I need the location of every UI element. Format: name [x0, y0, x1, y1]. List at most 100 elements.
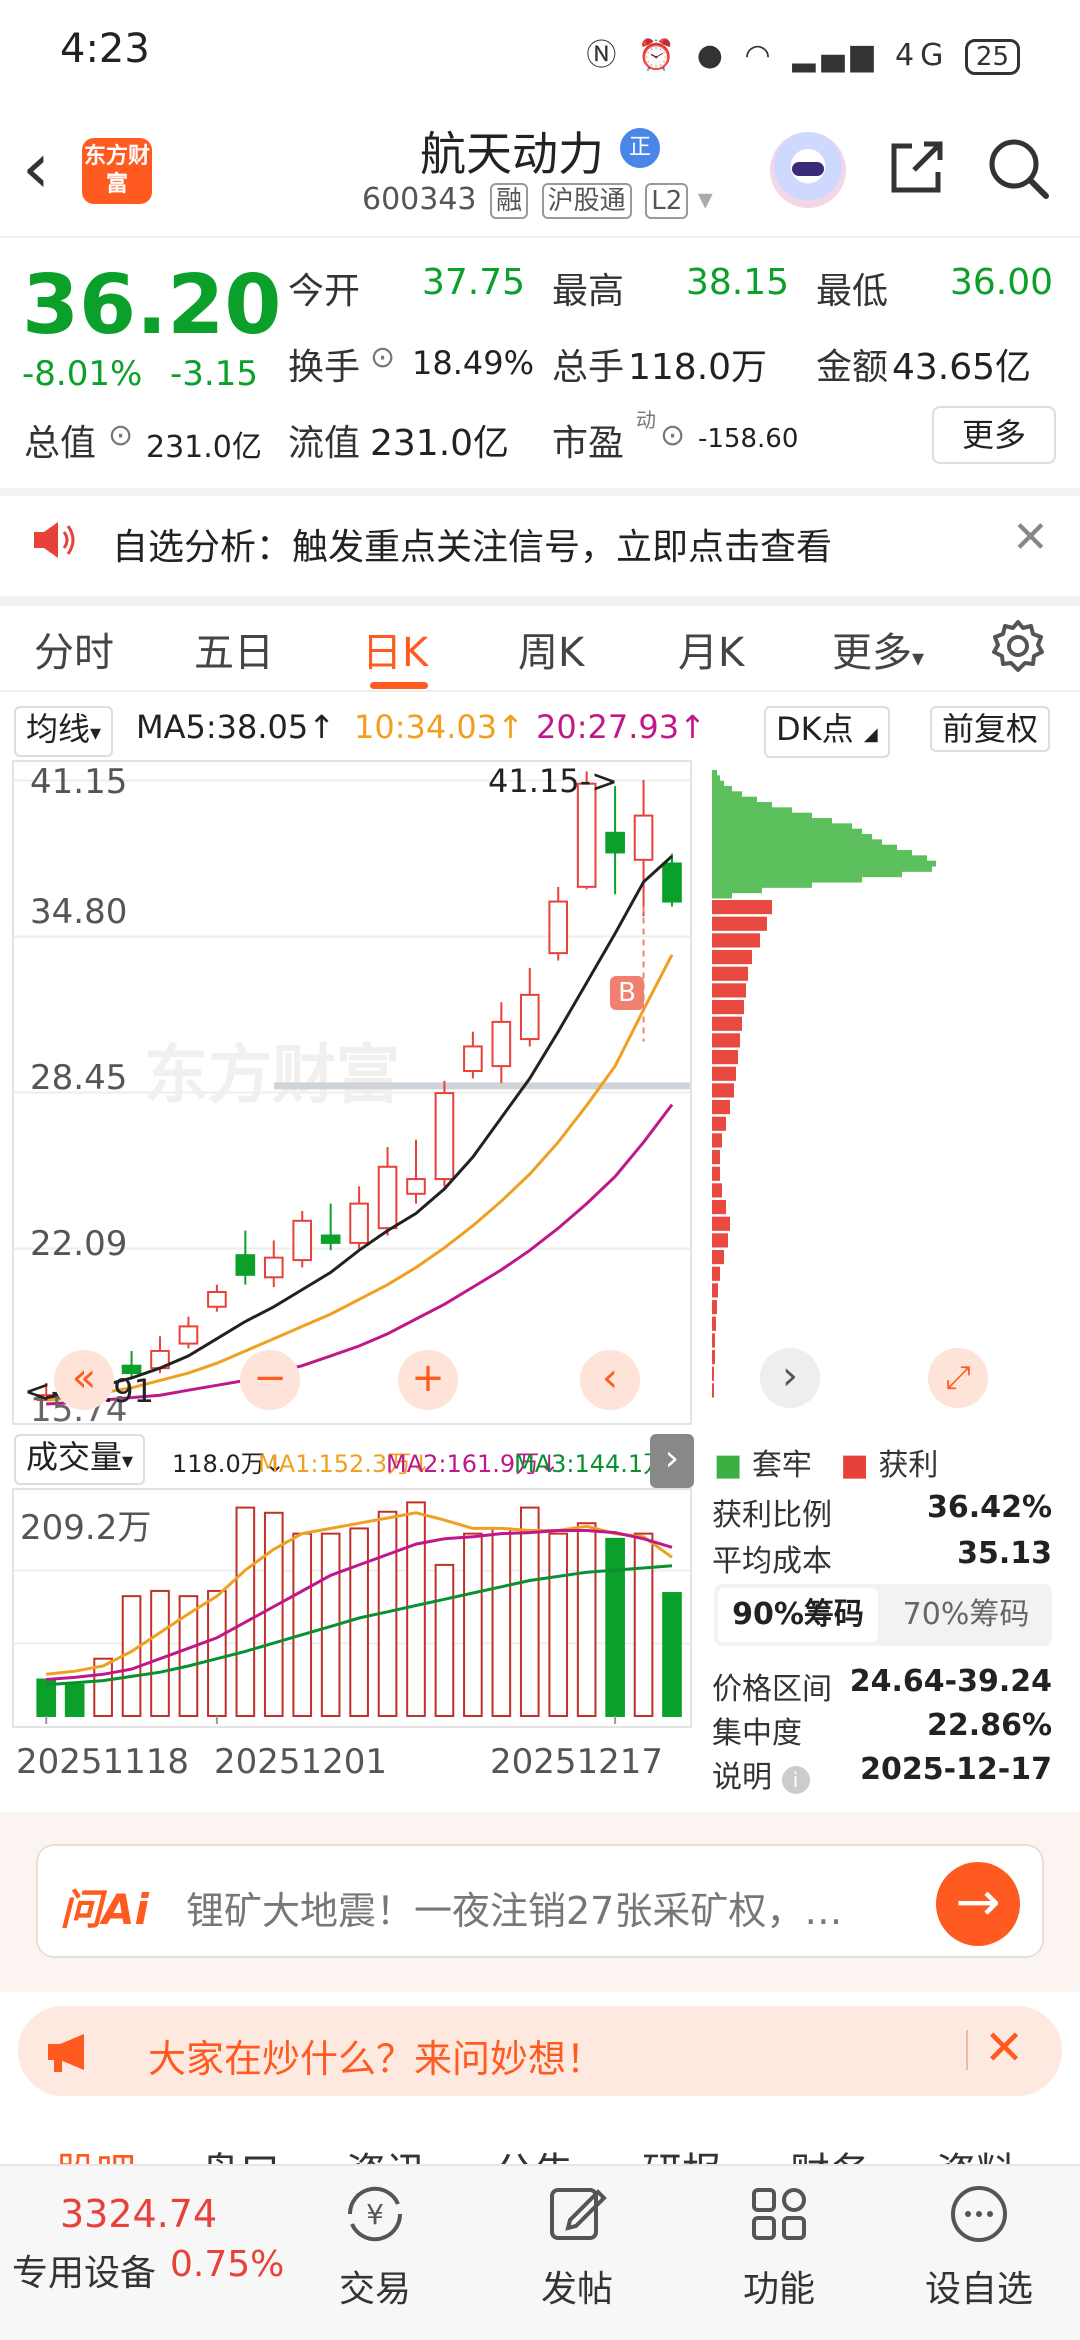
tab-chip-90[interactable]: 90%筹码 — [718, 1588, 878, 1642]
open-value: 37.75 — [422, 262, 526, 303]
info-icon[interactable]: ⊙ — [660, 418, 685, 453]
sector-index-value[interactable]: 3324.74 — [60, 2192, 217, 2236]
ai-prompt-text[interactable]: 锂矿大地震！一夜注销27张采矿权，… — [186, 1880, 906, 1935]
assistant-avatar[interactable] — [770, 132, 846, 208]
chip-tab-group: 90%筹码 70%筹码 — [714, 1584, 1052, 1646]
chip-stuck-bar — [712, 786, 732, 792]
post-icon — [550, 2188, 607, 2240]
volume-bar — [633, 1532, 654, 1717]
sector-name[interactable]: 专用设备 — [12, 2244, 156, 2296]
nav-add-favorite[interactable]: 设自选 — [904, 2176, 1054, 2312]
chip-profit-bar — [712, 1266, 720, 1281]
stock-code-row[interactable]: 600343 融 沪股通 L2 ▾ — [362, 182, 713, 219]
share-icon[interactable] — [884, 136, 948, 200]
candle-body — [406, 1178, 426, 1195]
nav-post[interactable]: 发帖 — [502, 2176, 652, 2312]
zoom-in-button[interactable]: + — [398, 1350, 458, 1410]
tab-more[interactable]: 更多▾ — [832, 620, 924, 678]
volume-selector[interactable]: 成交量▾ — [14, 1434, 146, 1485]
active-tab-indicator — [370, 682, 428, 689]
candle-body — [377, 1165, 398, 1230]
chip-stuck-bar — [712, 780, 724, 787]
close-icon[interactable]: ✕ — [984, 2020, 1024, 2076]
float-cap-label: 流值 — [288, 423, 361, 464]
candle-body — [207, 1291, 227, 1308]
chip-stuck-bar — [712, 850, 912, 856]
turnover-label: 换手 — [288, 347, 361, 388]
chip-profit-bar — [712, 1216, 730, 1231]
open-label: 今开 — [288, 271, 361, 312]
volume-bar — [463, 1532, 483, 1717]
concentration-row: 集中度 22.86% — [712, 1708, 1052, 1752]
chip-profit-bar — [712, 916, 767, 931]
corner-icon: ◢ — [863, 724, 878, 745]
total-cap-value: 231.0亿 — [146, 430, 262, 465]
tab-intraday[interactable]: 分时 — [34, 620, 114, 678]
volume-bar — [519, 1506, 540, 1717]
hot-topics-text[interactable]: 大家在炒什么？来问妙想！ — [148, 2028, 604, 2083]
chip-profit-bar — [712, 1133, 722, 1148]
info-icon[interactable]: ⊙ — [108, 418, 133, 453]
next-indicator-button[interactable]: › — [650, 1434, 694, 1488]
megaphone-icon — [48, 2034, 84, 2072]
back-button[interactable]: ‹ — [22, 133, 82, 208]
trade-icon: ¥ — [347, 2186, 403, 2242]
nav-functions-label: 功能 — [742, 2269, 815, 2310]
tab-weekly-k[interactable]: 周K — [518, 620, 584, 678]
expand-icon[interactable]: ⤢ — [928, 1348, 988, 1408]
chip-profit-bar — [712, 1233, 728, 1248]
chip-profit-bar — [712, 1066, 736, 1081]
tab-monthly-k[interactable]: 月K — [678, 620, 744, 678]
chip-profit-bar — [712, 1366, 714, 1381]
search-icon[interactable] — [984, 134, 1052, 202]
speaker-icon — [34, 522, 75, 558]
settings-gear-icon[interactable] — [990, 618, 1046, 674]
scroll-right-button[interactable]: › — [760, 1348, 820, 1408]
candle-body — [292, 1219, 313, 1262]
sector-change: 0.75% — [170, 2244, 285, 2285]
zoom-out-button[interactable]: − — [240, 1350, 300, 1410]
chip-stuck-bar — [712, 839, 882, 846]
tab-five-day[interactable]: 五日 — [194, 620, 274, 678]
volume-bar — [605, 1537, 625, 1717]
adjust-button[interactable]: 前复权 — [930, 706, 1051, 752]
volume-bar — [235, 1506, 256, 1717]
more-stats-button[interactable]: 更多 — [932, 406, 1056, 464]
chip-profit-bar — [712, 1050, 738, 1065]
candle-body — [349, 1202, 369, 1244]
buy-marker[interactable]: B — [610, 976, 644, 1010]
indicator-selector[interactable]: 均线▾ — [14, 706, 114, 757]
chip-stuck-bar — [712, 892, 732, 899]
notice-text[interactable]: 自选分析：触发重点关注信号，立即点击查看 — [112, 518, 832, 570]
scroll-left-button[interactable]: ‹ — [580, 1350, 640, 1410]
kline-chart[interactable]: 东方财富 41.15 34.80 28.45 22.09 15.74 41.15… — [12, 760, 692, 1430]
profit-legend-label: 获利 — [878, 1448, 939, 1483]
ai-logo: 问Ai — [60, 1885, 149, 1934]
candle-body — [491, 1020, 512, 1068]
info-icon[interactable]: i — [781, 1766, 810, 1794]
chip-distribution-chart[interactable]: › ⤢ — [712, 760, 1048, 1425]
dk-point-label: DK点 — [776, 710, 854, 748]
chip-profit-bar — [712, 1016, 742, 1031]
nav-trade[interactable]: ¥ 交易 — [300, 2176, 450, 2312]
tab-chip-70[interactable]: 70%筹码 — [884, 1588, 1048, 1642]
nav-functions[interactable]: 功能 — [704, 2176, 854, 2312]
note-row[interactable]: 说明 i 2025-12-17 — [712, 1752, 1052, 1796]
arrow-right-icon[interactable]: → — [936, 1862, 1020, 1946]
dk-point-button[interactable]: DK点 ◢ — [764, 706, 890, 758]
scroll-left-fast-button[interactable]: « — [54, 1350, 114, 1410]
stock-code: 600343 — [362, 182, 477, 217]
tab-daily-k[interactable]: 日K — [362, 620, 428, 678]
chip-profit-bar — [712, 983, 746, 998]
chip-profit-bar — [712, 1116, 726, 1131]
volume-chart[interactable]: 209.2万 — [12, 1488, 692, 1728]
chip-stuck-bar — [712, 818, 832, 824]
close-icon[interactable]: ✕ — [1012, 512, 1049, 563]
candle-body — [548, 900, 569, 955]
total-cap-label: 总值 — [24, 423, 97, 464]
pe-superscript: 动 — [636, 408, 656, 432]
chip-stuck-bar — [712, 802, 772, 808]
chip-profit-bar — [712, 1150, 720, 1165]
info-icon[interactable]: ⊙ — [370, 340, 395, 375]
chevron-down-icon: ▾ — [912, 644, 925, 672]
